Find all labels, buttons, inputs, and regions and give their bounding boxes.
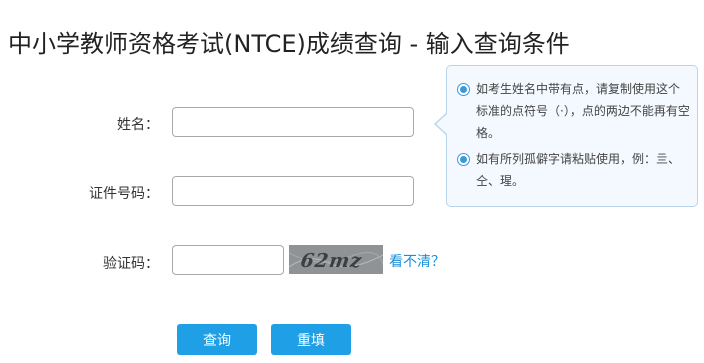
radio-dot-icon: [457, 83, 470, 96]
tip-box: 如考生姓名中带有点，请复制使用这个标准的点符号（·），点的两边不能再有空格。 如…: [446, 65, 698, 207]
captcha-image-text: 62mz: [299, 249, 364, 272]
tip-item: 如考生姓名中带有点，请复制使用这个标准的点符号（·），点的两边不能再有空格。: [457, 78, 691, 144]
name-input[interactable]: [172, 107, 414, 137]
captcha-label: 验证码：: [103, 256, 159, 272]
id-number-label: 证件号码：: [89, 186, 159, 202]
score-query-page: 中小学教师资格考试(NTCE)成绩查询 - 输入查询条件 姓名： 证件号码： 验…: [0, 0, 704, 363]
page-title: 中小学教师资格考试(NTCE)成绩查询 - 输入查询条件: [8, 30, 570, 58]
captcha-graphic: 62mz: [288, 245, 384, 274]
tip-text: 如有所列孤僻字请粘贴使用，例：亖、仝、瑆。: [476, 152, 681, 188]
radio-dot-icon: [457, 153, 470, 166]
reset-button[interactable]: 重填: [271, 324, 351, 355]
tip-pointer-fill: [436, 114, 447, 134]
name-label: 姓名：: [117, 117, 159, 133]
tip-item: 如有所列孤僻字请粘贴使用，例：亖、仝、瑆。: [457, 148, 691, 192]
captcha-image[interactable]: 62mz: [288, 245, 384, 274]
id-number-input[interactable]: [172, 176, 414, 206]
captcha-refresh-link[interactable]: 看不清？: [389, 251, 445, 271]
query-button[interactable]: 查询: [177, 324, 257, 355]
tip-text: 如考生姓名中带有点，请复制使用这个标准的点符号（·），点的两边不能再有空格。: [476, 82, 690, 140]
captcha-input[interactable]: [172, 245, 284, 275]
